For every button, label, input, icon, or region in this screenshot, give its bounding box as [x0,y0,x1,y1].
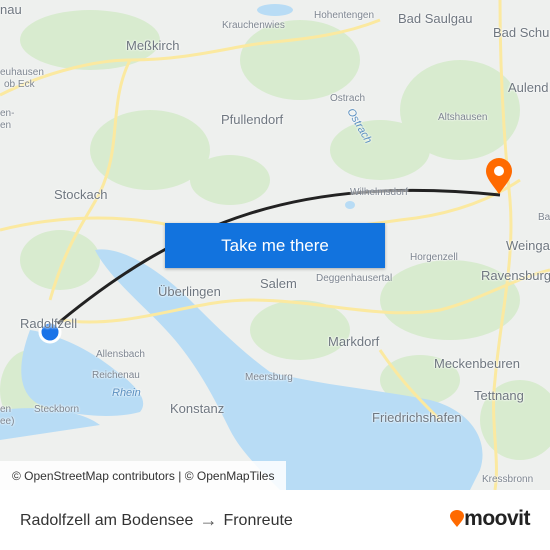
map-label: Markdorf [328,334,380,349]
map-label: Weinga [506,238,550,253]
map-label: Altshausen [438,112,488,123]
map-label: Hohentengen [314,10,375,21]
map-label: Stockach [54,187,108,202]
map-label: Krauchenwies [222,20,285,31]
map-label: Konstanz [170,401,225,416]
moovit-pin-icon [450,510,465,527]
map-label: Deggenhausertal [316,273,393,284]
moovit-wordmark: moovit [464,507,530,530]
map-label: en- [0,108,15,119]
map-label: en [0,120,12,131]
destination-name: Fronreute [223,511,293,529]
origin-name: Radolfzell am Bodensee [20,511,194,529]
map-label: Meersburg [245,372,293,383]
map-label: Tettnang [474,388,524,403]
map-label: ob Eck [4,79,35,90]
map-label: Horgenzell [410,252,458,263]
map-label: Meßkirch [126,38,180,53]
map-label: Radolfzell [20,316,78,331]
map-label: Ba [538,212,550,223]
route-summary: Radolfzell am Bodensee → Fronreute [20,510,293,531]
map-label: Salem [260,276,297,291]
map-label: Allensbach [96,349,145,360]
map-label: Ravensburg [481,268,550,283]
map-label: Rhein [112,387,141,399]
map-label: Wilhelmsdorf [350,187,408,198]
footer: Radolfzell am Bodensee → Fronreute moovi… [0,490,550,550]
map-label: Reichenau [92,370,140,381]
map-label: Meckenbeuren [434,356,520,371]
map-label: Bad Saulgau [398,11,473,26]
take-me-there-button[interactable]: Take me there [165,223,385,268]
map-label: ee) [0,416,15,427]
map-label: en [0,404,12,415]
map-label: Überlingen [158,284,221,299]
map-label: Pfullendorf [221,112,284,127]
arrow-right-icon: → [199,510,218,530]
map-label: Kressbronn [482,474,534,485]
map-label: Ostrach [330,93,366,104]
map[interactable]: nau Meßkirch Krauchenwies Hohentengen Bad Sa… [0,0,550,490]
map-label: euhausen [0,67,44,78]
map-label: Friedrichshafen [372,410,462,425]
moovit-logo: moovit [450,507,530,531]
map-label: nau [0,2,22,17]
map-label: Steckborn [34,404,80,415]
map-label: Aulend [508,80,549,95]
map-label: Bad Schu [493,25,550,40]
map-attribution[interactable]: © OpenStreetMap contributors | © OpenMap… [0,461,287,490]
